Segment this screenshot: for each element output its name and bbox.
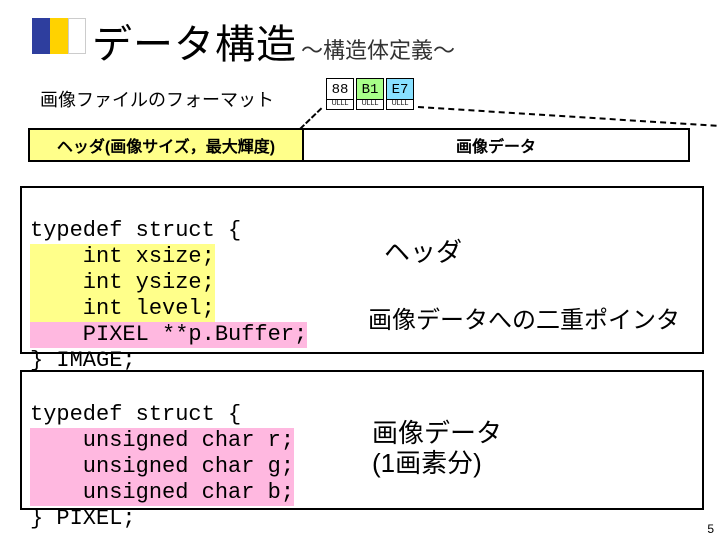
- title-accent: [32, 18, 86, 54]
- annotation-pixel: 画像データ (1画素分): [372, 418, 502, 478]
- code-line: typedef struct {: [30, 218, 241, 243]
- page-number: 5: [707, 522, 714, 536]
- accent-bar-1: [32, 18, 50, 54]
- hex-cell-e7: E7: [386, 78, 414, 100]
- header-segment: ヘッダ(画像サイズ，最大輝度): [30, 130, 304, 160]
- code-line-hl: int ysize;: [30, 270, 215, 296]
- annotation-header: ヘッダ: [384, 232, 462, 269]
- code-line-hl: unsigned char r;: [30, 428, 294, 454]
- data-segment: 画像データ: [304, 130, 688, 160]
- dash-left: [299, 107, 322, 129]
- annotation-pixel-l2: (1画素分): [372, 448, 482, 478]
- accent-bar-3: [68, 18, 86, 54]
- hex-col-2: B1 ULLL: [356, 78, 384, 110]
- hex-small-1: ULLL: [326, 100, 354, 110]
- hex-cell-b1: B1: [356, 78, 384, 100]
- hex-triple: 88 ULLL B1 ULLL E7 ULLL: [326, 78, 414, 110]
- format-label: 画像ファイルのフォーマット: [40, 86, 274, 112]
- slide-title: データ構造 ～構造体定義～: [92, 12, 455, 70]
- code-line-hl: int xsize;: [30, 244, 215, 270]
- hex-col-3: E7 ULLL: [386, 78, 414, 110]
- hex-small-3: ULLL: [386, 100, 414, 110]
- hex-cell-88: 88: [326, 78, 354, 100]
- code-box-pixel-struct: typedef struct { unsigned char r; unsign…: [20, 370, 704, 510]
- annotation-pixel-l1: 画像データ: [372, 418, 502, 448]
- hex-small-2: ULLL: [356, 100, 384, 110]
- code-line: } PIXEL;: [30, 506, 136, 531]
- code-line-hl: unsigned char b;: [30, 480, 294, 506]
- title-subtitle: ～構造体定義～: [301, 33, 455, 65]
- code-line-hl: PIXEL **p.Buffer;: [30, 322, 307, 348]
- code-pixel-struct: typedef struct { unsigned char r; unsign…: [22, 372, 702, 536]
- hex-col-1: 88 ULLL: [326, 78, 354, 110]
- code-line-hl: unsigned char g;: [30, 454, 294, 480]
- code-line: typedef struct {: [30, 402, 241, 427]
- code-line-hl: int level;: [30, 296, 215, 322]
- title-main: データ構造: [92, 12, 297, 70]
- annotation-pointer: 画像データへの二重ポインタ: [368, 300, 680, 335]
- format-structure-bar: ヘッダ(画像サイズ，最大輝度) 画像データ: [28, 128, 690, 162]
- code-image-struct: typedef struct { int xsize; int ysize; i…: [22, 188, 702, 378]
- accent-bar-2: [50, 18, 68, 54]
